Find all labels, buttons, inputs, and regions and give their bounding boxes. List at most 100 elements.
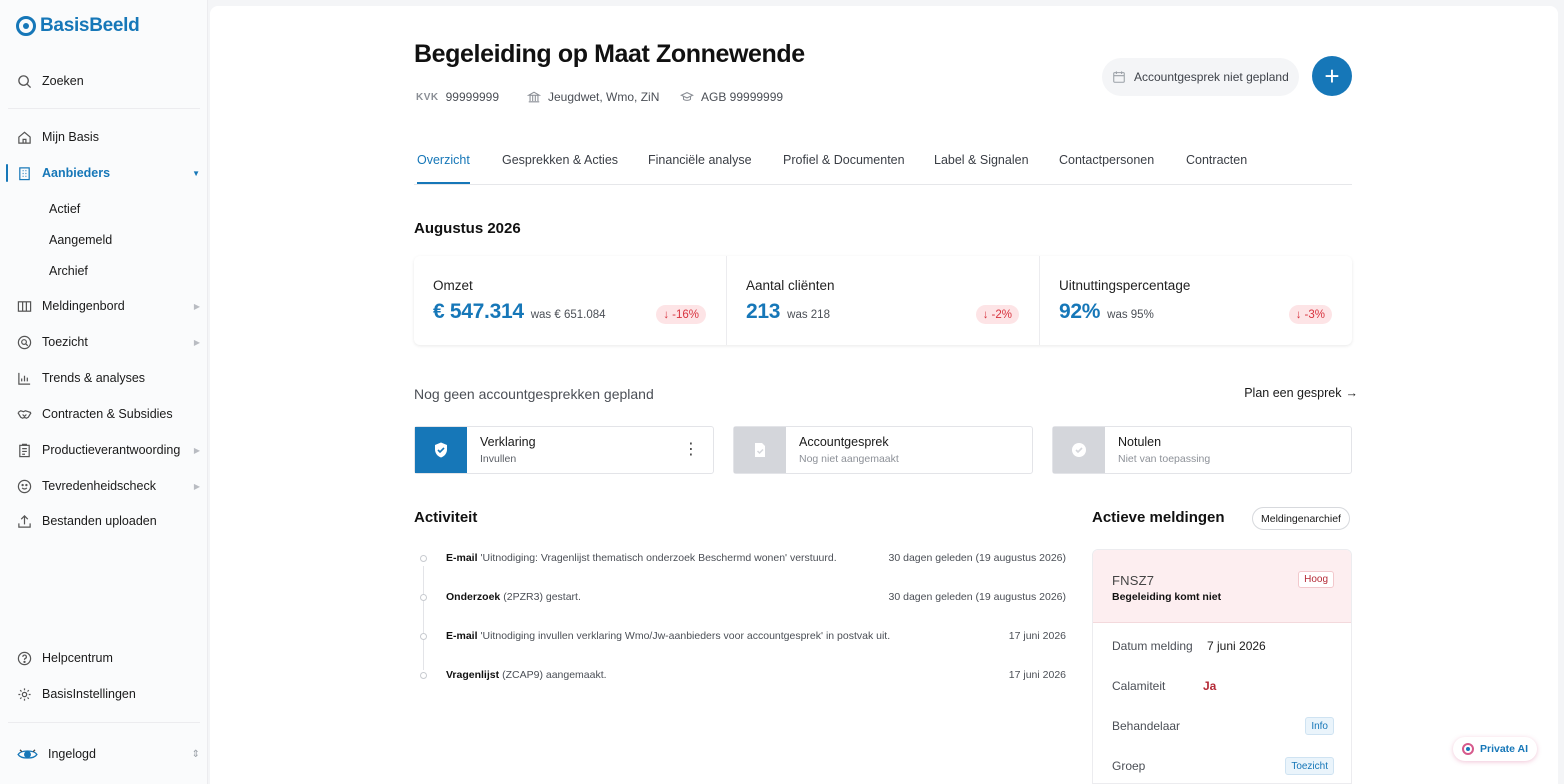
- stats-cards: Omzet € 547.314 was € 651.084 ↓ -16% Aant…: [414, 256, 1352, 345]
- sidebar-search[interactable]: Zoeken: [16, 69, 200, 93]
- meldingenarchief-button[interactable]: Meldingenarchief: [1252, 507, 1350, 530]
- sidebar-item-mijn-basis[interactable]: Mijn Basis: [16, 125, 200, 149]
- step-title: Verklaring: [480, 435, 536, 449]
- laws-text: Jeugdwet, Wmo, ZiN: [548, 90, 660, 104]
- activity-row: Vragenlijst (ZCAP9) aangemaakt. 17 juni …: [446, 669, 1066, 681]
- sidebar-item-label: Mijn Basis: [42, 130, 99, 144]
- activity-time: 17 juni 2026: [1008, 630, 1066, 642]
- melding-card[interactable]: FNSZ7 Begeleiding komt niet Hoog Datum m…: [1092, 549, 1352, 784]
- chevron-updown-icon: ⇕: [191, 748, 200, 760]
- agb-info: AGB 99999999: [680, 90, 783, 104]
- chevron-right-icon: ▶: [193, 481, 200, 491]
- sidebar-item-label: Productieverantwoording: [42, 443, 181, 457]
- step-notulen[interactable]: Notulen Niet van toepassing: [1052, 426, 1352, 474]
- tab-profiel-documenten[interactable]: Profiel & Documenten: [783, 153, 905, 184]
- stat-previous: was € 651.084: [530, 309, 606, 321]
- arrow-right-icon: →: [1345, 386, 1359, 400]
- shield-check-icon: [415, 427, 467, 473]
- activity-time: 30 dagen geleden (19 augustus 2026): [888, 591, 1066, 603]
- sidebar-item-label: Meldingenbord: [42, 299, 125, 313]
- activity-time: 17 juni 2026: [1008, 669, 1066, 681]
- stat-value: 213: [746, 300, 781, 323]
- sidebar-item-label: Helpcentrum: [42, 651, 113, 665]
- sidebar-item-meldingenbord[interactable]: Meldingenbord ▶: [16, 294, 200, 318]
- clipboard-icon: [16, 442, 32, 458]
- calendar-icon: [1113, 71, 1125, 83]
- sidebar-item-label: Tevredenheidscheck: [42, 479, 156, 493]
- sidebar-subitem-actief[interactable]: Actief: [49, 202, 80, 216]
- home-icon: [16, 129, 32, 145]
- sidebar-item-contracten[interactable]: Contracten & Subsidies: [16, 402, 200, 426]
- tab-gesprekken-acties[interactable]: Gesprekken & Acties: [502, 153, 618, 184]
- melding-row-label: Datum melding: [1112, 639, 1193, 653]
- smiley-icon: [16, 478, 32, 494]
- private-ai-button[interactable]: Private AI: [1453, 737, 1538, 761]
- step-title: Notulen: [1118, 435, 1162, 449]
- melding-row-value: Ja: [1203, 679, 1217, 693]
- activity-row: E-mail 'Uitnodiging invullen verklaring …: [446, 630, 1066, 642]
- user-menu[interactable]: Ingelogd ⇕: [16, 742, 200, 766]
- tab-contracten[interactable]: Contracten: [1186, 153, 1247, 184]
- stat-value-row: 213 was 218: [746, 300, 830, 324]
- page-title: Begeleiding op Maat Zonnewende: [414, 40, 805, 68]
- add-button[interactable]: +: [1312, 56, 1352, 96]
- stat-previous: was 95%: [1107, 309, 1154, 321]
- agb-number: AGB 99999999: [701, 90, 784, 104]
- sidebar-item-label: Bestanden uploaden: [42, 514, 157, 528]
- activity-row: Onderzoek (2PZR3) gestart. 30 dagen gele…: [446, 591, 1066, 603]
- step-subtitle: Nog niet aangemaakt: [799, 453, 899, 465]
- sidebar: BasisBeeld Zoeken Mijn Basis Aanbieders …: [0, 0, 208, 784]
- stat-delta: -3%: [1304, 308, 1325, 321]
- stat-delta-badge: ↓ -2%: [975, 305, 1019, 324]
- chart-icon: [16, 370, 32, 386]
- columns-icon: [16, 298, 32, 314]
- activity-type: E-mail: [446, 552, 478, 564]
- sidebar-item-label: Aanbieders: [42, 166, 111, 180]
- melding-code: FNSZ7: [1112, 573, 1155, 588]
- melding-row-label: Calamiteit: [1112, 679, 1166, 693]
- tab-contactpersonen[interactable]: Contactpersonen: [1059, 153, 1154, 184]
- sidebar-item-label: Trends & analyses: [42, 371, 146, 385]
- sidebar-subitem-archief[interactable]: Archief: [49, 264, 88, 278]
- sidebar-item-aanbieders[interactable]: Aanbieders ▼: [16, 161, 200, 185]
- tab-overzicht[interactable]: Overzicht: [417, 153, 470, 184]
- step-accountgesprek[interactable]: Accountgesprek Nog niet aangemaakt: [733, 426, 1033, 474]
- tab-label-signalen[interactable]: Label & Signalen: [934, 153, 1029, 184]
- search-icon: [16, 73, 32, 89]
- accountgesprek-status-label: Accountgesprek niet gepland: [1134, 70, 1289, 84]
- melding-row-behandelaar: Behandelaar Info: [1112, 717, 1334, 735]
- timeline-dot: [420, 555, 427, 562]
- activity-text: (ZCAP9) aangemaakt.: [502, 669, 607, 681]
- sidebar-item-helpcentrum[interactable]: Helpcentrum: [16, 646, 200, 670]
- sidebar-item-trends[interactable]: Trends & analyses: [16, 366, 200, 390]
- sidebar-subitem-aangemeld[interactable]: Aangemeld: [49, 233, 112, 247]
- sidebar-item-toezicht[interactable]: Toezicht ▶: [16, 330, 200, 354]
- melding-row-groep: Groep Toezicht: [1112, 757, 1334, 775]
- melding-row-label: Groep: [1112, 759, 1146, 773]
- stat-label: Omzet: [433, 278, 473, 293]
- user-avatar-icon: [16, 746, 38, 762]
- stat-aantal-clienten: Aantal cliënten 213 was 218 ↓ -2%: [727, 256, 1040, 345]
- brand-logo[interactable]: BasisBeeld: [16, 15, 140, 37]
- chevron-right-icon: ▶: [193, 445, 200, 455]
- user-name: Ingelogd: [48, 747, 96, 761]
- groep-tag: Toezicht: [1285, 757, 1334, 775]
- step-verklaring[interactable]: Verklaring Invullen ⋮: [414, 426, 714, 474]
- sidebar-item-basisinstellingen[interactable]: BasisInstellingen: [16, 682, 200, 706]
- behandelaar-tag: Info: [1305, 717, 1334, 735]
- plan-gesprek-link[interactable]: Plan een gesprek →: [1244, 386, 1358, 400]
- sidebar-item-tevredenheidscheck[interactable]: Tevredenheidscheck ▶: [16, 474, 200, 498]
- stat-label: Uitnuttingspercentage: [1059, 278, 1191, 293]
- melding-row-calamiteit: Calamiteit Ja: [1112, 679, 1334, 693]
- sidebar-item-bestanden-uploaden[interactable]: Bestanden uploaden: [16, 509, 200, 533]
- tab-financiele-analyse[interactable]: Financiële analyse: [648, 153, 752, 184]
- melding-subtitle: Begeleiding komt niet: [1112, 591, 1222, 603]
- help-icon: [16, 650, 32, 666]
- stat-omzet: Omzet € 547.314 was € 651.084 ↓ -16%: [414, 256, 727, 345]
- stat-delta-badge: ↓ -16%: [656, 305, 706, 324]
- stat-label: Aantal cliënten: [746, 278, 835, 293]
- sidebar-item-productieverantwoording[interactable]: Productieverantwoording ▶: [16, 438, 200, 462]
- accountgesprek-status-button[interactable]: Accountgesprek niet gepland: [1102, 58, 1299, 96]
- upload-icon: [16, 513, 32, 529]
- kebab-menu-icon[interactable]: ⋮: [683, 442, 699, 458]
